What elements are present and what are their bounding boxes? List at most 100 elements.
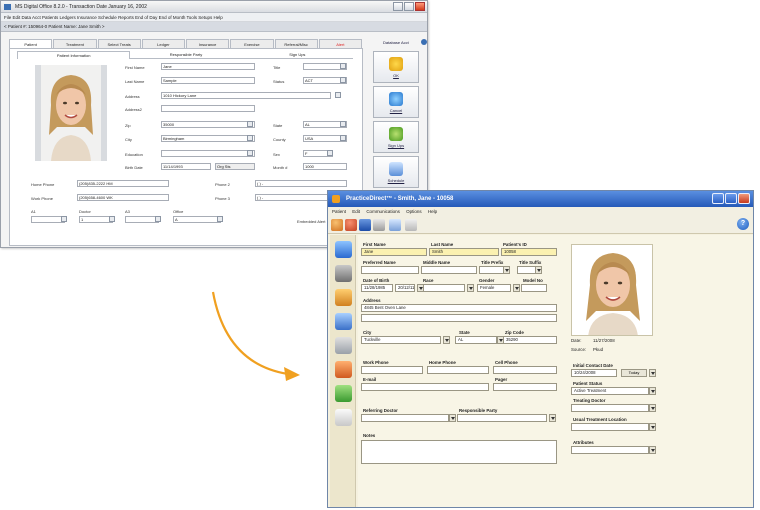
last-name-field[interactable]: Sample (161, 77, 255, 84)
title-prefix-dropdown-icon[interactable] (503, 266, 510, 274)
tab-patient[interactable]: Patient (9, 39, 53, 48)
middle-name-field[interactable] (421, 266, 477, 274)
last-name-label: Last Name (431, 242, 454, 247)
work-phone-label: Work Phone (31, 196, 53, 201)
usual-location-dropdown-icon[interactable] (649, 423, 656, 431)
sex-dropdown-icon[interactable] (327, 150, 333, 156)
doctor-dropdown-icon[interactable] (109, 216, 115, 222)
county-dropdown-icon[interactable] (340, 135, 346, 141)
city-field[interactable]: Tuckville (361, 336, 441, 344)
initial-contact-field[interactable]: 10/24/2008 (571, 369, 617, 377)
a1-field[interactable] (31, 216, 65, 223)
referring-doctor-dropdown-icon[interactable] (449, 414, 456, 422)
race-field[interactable] (421, 284, 465, 292)
tab-exercise[interactable]: Exercise (230, 39, 274, 48)
zip-field[interactable]: 35000 (161, 121, 255, 128)
status-label: Status (273, 79, 285, 84)
sign-ups-button[interactable]: Sign Ups (373, 121, 419, 153)
today-button[interactable]: Today (621, 369, 647, 377)
first-name-field[interactable]: Jane (361, 248, 427, 256)
treating-doctor-field[interactable] (571, 404, 649, 412)
subtab-responsible-party[interactable]: Responsible Party (130, 51, 242, 59)
last-name-field[interactable]: Smith (429, 248, 499, 256)
dob-field[interactable]: 11/28/1985 (361, 284, 393, 292)
usual-location-field[interactable] (571, 423, 649, 431)
notes-textarea[interactable] (361, 440, 557, 464)
title-dropdown-icon[interactable] (340, 63, 346, 69)
office-field[interactable]: A (173, 216, 221, 223)
attributes-field[interactable] (571, 446, 649, 454)
tab-select-treats[interactable]: Select Treats (97, 39, 141, 48)
schedule-button[interactable]: Schedule (373, 156, 419, 188)
doctor-field[interactable]: 1 (79, 216, 113, 223)
title-suffix-dropdown-icon[interactable] (535, 266, 542, 274)
responsible-party-field[interactable] (457, 414, 547, 422)
cancel-button[interactable]: Cancel (373, 86, 419, 118)
patient-id-field[interactable]: 10058 (501, 248, 557, 256)
home-phone-field[interactable] (427, 366, 489, 374)
tab-referral[interactable]: Referral/Misc (274, 39, 318, 48)
city-dropdown-icon[interactable] (247, 135, 253, 141)
subtab-patient-info[interactable]: Patient Information (17, 51, 131, 59)
address-lookup-icon[interactable] (335, 92, 341, 98)
gender-field[interactable]: Female (477, 284, 511, 292)
subtab-sign-ups[interactable]: Sign Ups (241, 51, 353, 59)
window-controls (393, 2, 425, 11)
database-access-link[interactable]: Database Acct (383, 40, 409, 45)
home-phone-field[interactable]: (205)835-2222 HM (77, 180, 169, 187)
dob-dropdown-icon[interactable] (417, 284, 424, 292)
first-name-field[interactable]: Jane (161, 63, 255, 70)
help-icon[interactable] (421, 39, 427, 45)
arrow-head-icon (284, 367, 300, 381)
office-dropdown-icon[interactable] (217, 216, 223, 222)
tab-treatment[interactable]: Treatment (53, 39, 97, 48)
pager-field[interactable] (493, 383, 557, 391)
birth-date-field[interactable]: 11/14/1993 (161, 163, 211, 170)
address-field[interactable]: 1010 Hickory Lane (161, 92, 331, 99)
tab-alert[interactable]: Alert (318, 39, 362, 48)
attributes-dropdown-icon[interactable] (649, 446, 656, 454)
address2-field[interactable] (161, 105, 255, 112)
zip-field[interactable]: 35290 (503, 336, 557, 344)
city-dropdown-icon[interactable] (443, 336, 450, 344)
responsible-party-dropdown-icon[interactable] (549, 414, 556, 422)
phone2-field[interactable]: ( ) - (255, 180, 347, 187)
education-field[interactable] (161, 150, 255, 157)
a1-dropdown-icon[interactable] (61, 216, 67, 222)
patient-status-field[interactable]: Active Treatment (571, 387, 649, 395)
work-phone-field[interactable]: (205)658-4600 WK (77, 194, 169, 201)
race-dropdown-icon[interactable] (467, 284, 474, 292)
state-dropdown-icon[interactable] (340, 121, 346, 127)
gender-dropdown-icon[interactable] (513, 284, 520, 292)
treating-doctor-dropdown-icon[interactable] (649, 404, 656, 412)
state-field[interactable]: AL (455, 336, 497, 344)
education-dropdown-icon[interactable] (247, 150, 253, 156)
address-field[interactable]: 4845 Bent Oven Lane (361, 304, 557, 312)
patient-status-dropdown-icon[interactable] (649, 387, 656, 395)
cell-phone-field[interactable] (493, 366, 557, 374)
model-field[interactable] (521, 284, 547, 292)
state-dropdown-icon[interactable] (497, 336, 504, 344)
new-form-fields: First Name Jane Last Name Smith Patient's ID… (327, 190, 754, 508)
referring-doctor-field[interactable] (361, 414, 449, 422)
month-field[interactable]: 1000 (303, 163, 347, 170)
city-field[interactable]: Birmingham (161, 135, 255, 142)
tab-insurance[interactable]: Insurance (186, 39, 230, 48)
email-field[interactable] (361, 383, 489, 391)
legacy-menubar[interactable]: File Edit Data Acct Patients Ledgers Ins… (1, 13, 427, 22)
address2-field[interactable] (361, 314, 557, 322)
dob-age-field[interactable]: 20/12/11 (395, 284, 415, 292)
close-button[interactable] (415, 2, 425, 11)
status-dropdown-icon[interactable] (340, 77, 346, 83)
maximize-button[interactable] (404, 2, 414, 11)
a3-field[interactable] (125, 216, 159, 223)
preferred-name-field[interactable] (361, 266, 419, 274)
work-phone-field[interactable] (361, 366, 423, 374)
minimize-button[interactable] (393, 2, 403, 11)
ok-button[interactable]: OK (373, 51, 419, 83)
photo-source-value: Pkud (593, 347, 604, 352)
initial-contact-dropdown-icon[interactable] (649, 369, 656, 377)
a3-dropdown-icon[interactable] (155, 216, 161, 222)
zip-dropdown-icon[interactable] (247, 121, 253, 127)
tab-ledger[interactable]: Ledger (141, 39, 185, 48)
